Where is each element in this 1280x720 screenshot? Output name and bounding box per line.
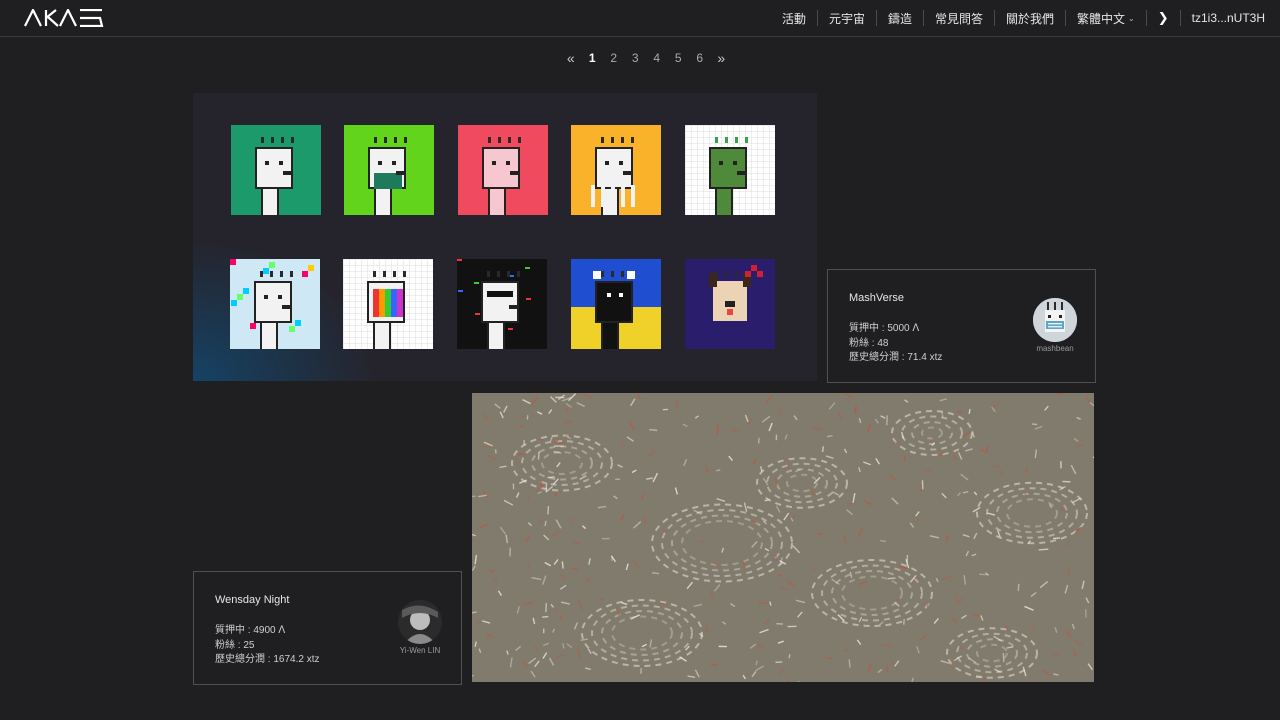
theme-toggle-icon[interactable]: ❯: [1147, 10, 1180, 26]
page-2[interactable]: 2: [603, 51, 625, 65]
collection-preview-wensday-night[interactable]: [472, 393, 1094, 682]
follower-count: 粉絲 : 25: [215, 640, 255, 651]
nft-thumbnail[interactable]: [458, 125, 548, 215]
collection-title[interactable]: MashVerse: [849, 292, 904, 304]
nft-thumbnail[interactable]: [230, 259, 320, 349]
nft-thumbnail[interactable]: [343, 259, 433, 349]
staking-amount: 質押中 : 4900 ꓥ: [215, 625, 286, 636]
top-navigation-bar: 活動 元宇宙 鑄造 常見問答 關於我們 繁體中文 ⌄ ❯ tz1i3...nUT…: [0, 0, 1280, 37]
akas-logo[interactable]: [24, 9, 104, 27]
language-selector[interactable]: 繁體中文 ⌄: [1066, 10, 1146, 27]
collection-title[interactable]: Wensday Night: [215, 594, 289, 606]
page-1[interactable]: 1: [582, 51, 604, 65]
page-4[interactable]: 4: [646, 51, 668, 65]
language-label: 繁體中文: [1077, 11, 1126, 26]
nft-thumbnail[interactable]: [685, 259, 775, 349]
pagination: « 1 2 3 4 5 6 »: [560, 48, 732, 68]
collection-card-mashverse[interactable]: MashVerse 質押中 : 5000 ꓥ 粉絲 : 48 歷史總分潤 : 7…: [827, 269, 1096, 383]
creator-avatar[interactable]: [1033, 298, 1077, 342]
collection-card-wensday-night[interactable]: Wensday Night 質押中 : 4900 ꓥ 粉絲 : 25 歷史總分潤…: [193, 571, 462, 685]
total-profit: 歷史總分潤 : 1674.2 xtz: [215, 654, 320, 665]
pagination-next[interactable]: »: [711, 50, 733, 66]
total-profit: 歷史總分潤 : 71.4 xtz: [849, 352, 943, 363]
nft-thumbnail[interactable]: [571, 125, 661, 215]
main-menu: 活動 元宇宙 鑄造 常見問答 關於我們 繁體中文 ⌄ ❯ tz1i3...nUT…: [771, 0, 1276, 36]
nav-metaverse[interactable]: 元宇宙: [818, 10, 876, 27]
follower-count: 粉絲 : 48: [849, 338, 889, 349]
creator-name[interactable]: mashbean: [1015, 344, 1095, 353]
nav-faq[interactable]: 常見問答: [924, 10, 994, 27]
staking-amount: 質押中 : 5000 ꓥ: [849, 323, 920, 334]
chevron-down-icon: ⌄: [1128, 13, 1135, 23]
page-5[interactable]: 5: [668, 51, 690, 65]
wallet-address[interactable]: tz1i3...nUT3H: [1181, 11, 1276, 25]
nft-thumbnail[interactable]: [571, 259, 661, 349]
nft-thumbnail[interactable]: [231, 125, 321, 215]
nav-about[interactable]: 關於我們: [995, 10, 1065, 27]
page-3[interactable]: 3: [625, 51, 647, 65]
nav-events[interactable]: 活動: [771, 10, 817, 27]
page-6[interactable]: 6: [689, 51, 711, 65]
creator-avatar[interactable]: [398, 600, 442, 644]
collection-preview-mashverse[interactable]: [193, 93, 817, 381]
nav-mint[interactable]: 鑄造: [877, 10, 923, 27]
nft-thumbnail[interactable]: [344, 125, 434, 215]
nft-thumbnail[interactable]: [685, 125, 775, 215]
nft-thumbnail[interactable]: [457, 259, 547, 349]
creator-name[interactable]: Yi-Wen LIN: [380, 646, 460, 655]
pagination-prev[interactable]: «: [560, 50, 582, 66]
